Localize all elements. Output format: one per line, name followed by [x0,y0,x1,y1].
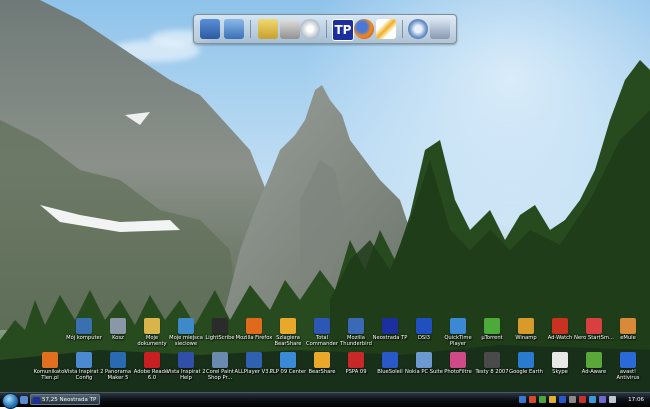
avast-icon [620,352,636,368]
bluetooth-icon [382,352,398,368]
testy-icon [484,352,500,368]
tray-icon[interactable] [519,396,526,403]
allplayer-icon [246,352,262,368]
tray-icon[interactable] [599,396,606,403]
firefox-icon [246,318,262,334]
desktop-shortcut[interactable]: avast! Antivirus [608,352,648,381]
tray-icon[interactable] [529,396,536,403]
desktop-shortcut-label: avast! Antivirus [616,369,640,381]
floppy-icon [314,318,330,334]
tray-icon[interactable] [569,396,576,403]
volume-icon[interactable] [609,396,616,403]
photofiltre-icon [450,352,466,368]
tray-icon[interactable] [549,396,556,403]
utorrent-icon [484,318,500,334]
clock[interactable]: 17:06 [628,394,644,406]
dsi-icon [416,318,432,334]
pspa-icon [348,352,364,368]
nokia-icon [416,352,432,368]
winamp-icon [518,318,534,334]
recycle-bin-icon[interactable] [430,19,450,39]
tp-icon [382,318,398,334]
vista-inspirat-icon [76,352,92,368]
tp-icon [33,397,40,404]
tp-icon[interactable]: TP [332,19,354,41]
taskbar-button-label: 57,25 Neostrada TP [42,397,97,403]
tp-label: TP [334,23,352,37]
show-desktop-icon[interactable] [20,396,28,404]
taskbar-button-neostrada[interactable]: 57,25 Neostrada TP [30,394,100,405]
panorama-icon [110,352,126,368]
lightning-icon[interactable] [376,19,396,39]
emule-icon [620,318,636,334]
tray-icon[interactable] [589,396,596,403]
network-icon [178,318,194,334]
firefox-icon[interactable] [354,19,374,39]
desktop-shortcut[interactable]: eMule [608,318,648,341]
adaware-icon [586,352,602,368]
tlen-icon [42,352,58,368]
system-tray: 17:06 [515,394,648,406]
camera-icon[interactable] [280,19,300,39]
plp-icon [280,352,296,368]
quick-launch-toolbar: TP [193,14,457,44]
desktop: TP Mój komputer Kosz Moje dokumenty Moje mi… [0,0,650,406]
quicktime-icon [450,318,466,334]
disc-icon[interactable] [300,19,320,39]
lightscribe-icon [212,318,228,334]
bearshare-icon [314,352,330,368]
nero-icon [586,318,602,334]
document-icon [552,352,568,368]
corel-icon [212,352,228,368]
folder-icon [144,318,160,334]
globe-icon [518,352,534,368]
recycle-bin-icon [110,318,126,334]
help-icon [178,352,194,368]
settings-icon[interactable] [408,19,428,39]
adwatch-icon [552,318,568,334]
tray-icon[interactable] [539,396,546,403]
bearshare-icon [280,318,296,334]
start-button[interactable] [2,393,19,409]
desktop-shortcut-label: eMule [620,335,636,341]
tray-icon[interactable] [559,396,566,403]
taskbar: 57,25 Neostrada TP 17:06 [0,392,650,409]
documents-icon[interactable] [258,19,278,39]
computer-icon[interactable] [200,19,220,39]
tray-icon[interactable] [579,396,586,403]
toolbar-separator [326,20,327,38]
computer-icon [76,318,92,334]
toolbar-separator [250,20,251,38]
toolbar-separator [402,20,403,38]
network-icon[interactable] [224,19,244,39]
thunderbird-icon [348,318,364,334]
adobe-icon [144,352,160,368]
